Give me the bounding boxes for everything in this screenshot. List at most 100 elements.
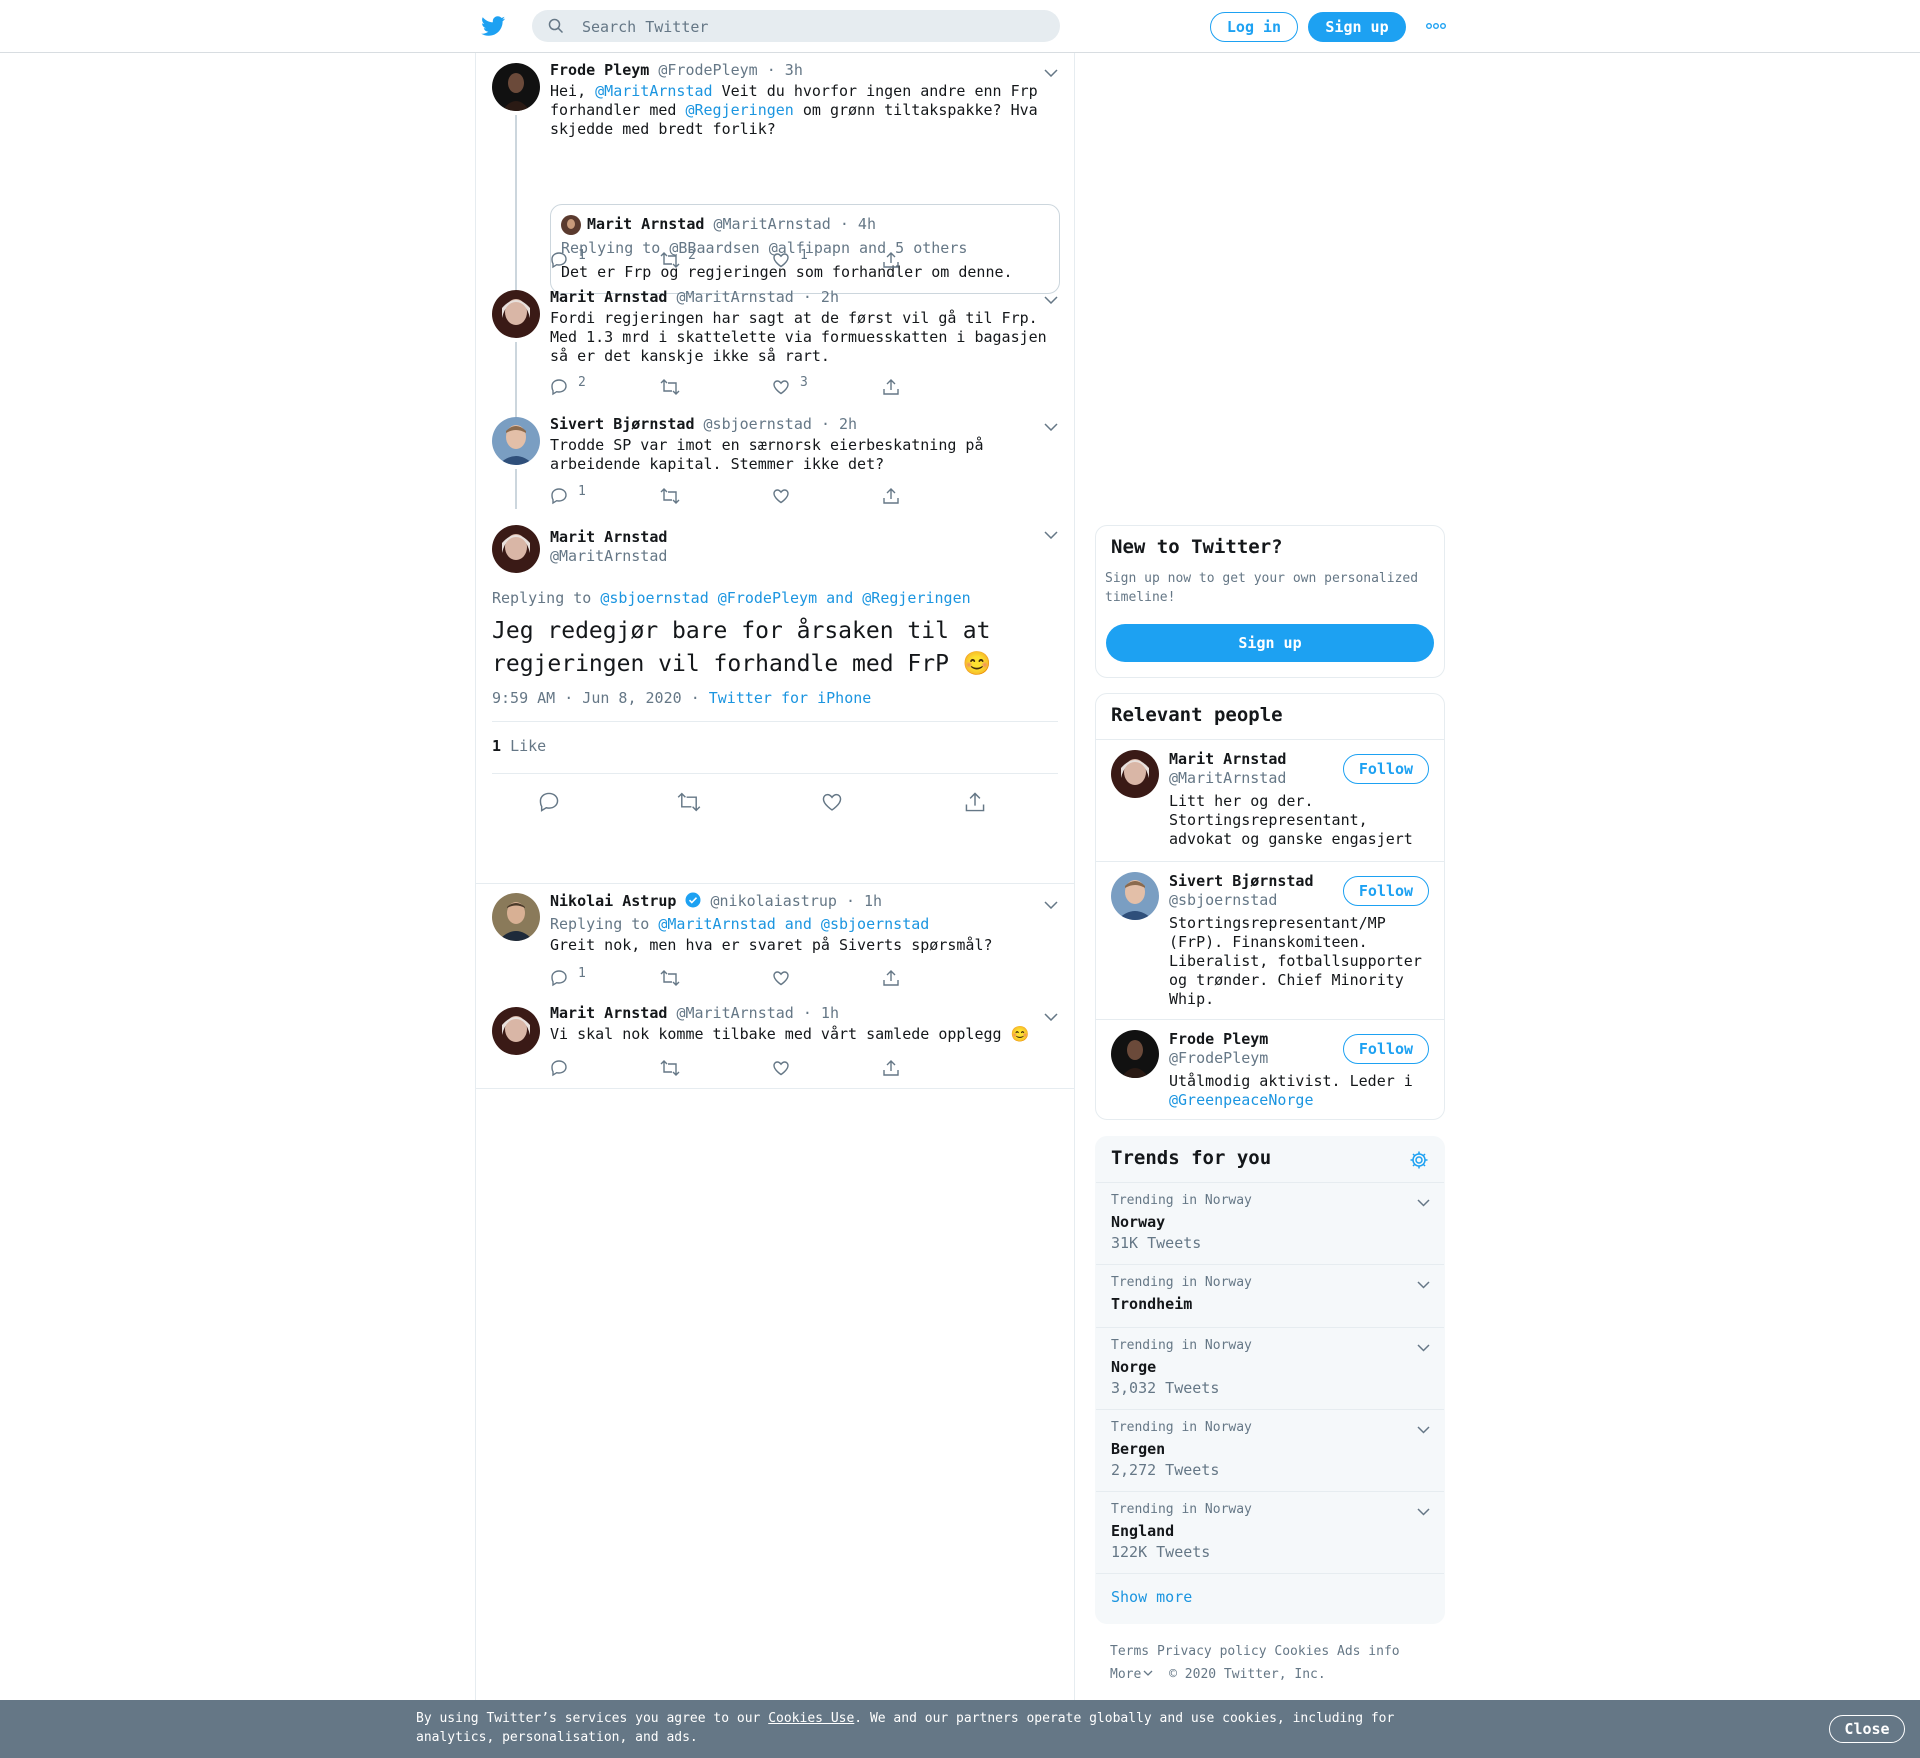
author-handle[interactable]: @MaritArnstad bbox=[676, 1004, 793, 1022]
chevron-down-icon[interactable] bbox=[1417, 1426, 1430, 1434]
avatar bbox=[561, 215, 581, 235]
chevron-down-icon[interactable] bbox=[1417, 1508, 1430, 1516]
retweet-icon[interactable] bbox=[677, 791, 701, 813]
signup-button[interactable]: Sign up bbox=[1308, 12, 1406, 42]
cookies-link[interactable]: Cookies bbox=[1274, 1644, 1329, 1659]
reply-icon[interactable] bbox=[538, 791, 560, 813]
avatar[interactable] bbox=[492, 63, 540, 111]
footer-links: Terms Privacy policy Cookies Ads info Mo… bbox=[1110, 1640, 1440, 1686]
signup-button[interactable]: Sign up bbox=[1106, 624, 1434, 662]
avatar[interactable] bbox=[492, 893, 540, 941]
tweet-time[interactable]: · 2h bbox=[803, 288, 839, 306]
tweet-time[interactable]: · 1h bbox=[846, 892, 882, 910]
chevron-down-icon[interactable] bbox=[1417, 1344, 1430, 1352]
thread-tweet[interactable]: Sivert Bjørnstad @sbjoernstad · 2h Trodd… bbox=[476, 407, 1074, 515]
trend-count: 31K Tweets bbox=[1111, 1234, 1202, 1252]
follow-button[interactable]: Follow bbox=[1343, 754, 1429, 784]
replying-to-links[interactable]: @MaritArnstad and @sbjoernstad bbox=[658, 915, 929, 933]
twitter-bird-icon[interactable] bbox=[480, 14, 507, 38]
person-item[interactable]: Frode Pleym @FrodePleym Utålmodig aktivi… bbox=[1096, 1019, 1444, 1119]
share-icon bbox=[883, 379, 899, 395]
chevron-down-icon[interactable] bbox=[1417, 1199, 1430, 1207]
trend-count: 3,032 Tweets bbox=[1111, 1379, 1220, 1397]
avatar[interactable] bbox=[1111, 750, 1159, 798]
more-dots-icon[interactable] bbox=[1426, 21, 1446, 31]
tweet-timestamp[interactable]: 9:59 AM · Jun 8, 2020 bbox=[492, 689, 682, 707]
reply-tweet[interactable]: Marit Arnstad @MaritArnstad · 1h Vi skal… bbox=[476, 997, 1074, 1089]
tweet-time[interactable]: · 1h bbox=[803, 1004, 839, 1022]
terms-link[interactable]: Terms bbox=[1110, 1644, 1149, 1659]
follow-button[interactable]: Follow bbox=[1343, 876, 1429, 906]
trend-item[interactable]: Trending in Norway Bergen 2,272 Tweets bbox=[1096, 1409, 1444, 1491]
tweet-time[interactable]: · 2h bbox=[821, 415, 857, 433]
ads-info-link[interactable]: Ads info bbox=[1337, 1644, 1400, 1659]
more-link[interactable]: More bbox=[1110, 1667, 1153, 1682]
author-name[interactable]: Marit Arnstad bbox=[550, 528, 667, 547]
chevron-down-icon[interactable] bbox=[1417, 1281, 1430, 1289]
trend-context: Trending in Norway bbox=[1111, 1420, 1252, 1435]
trend-count: 122K Tweets bbox=[1111, 1543, 1211, 1561]
trend-name: Norge bbox=[1111, 1358, 1157, 1376]
tweet-source[interactable]: Twitter for iPhone bbox=[709, 689, 872, 707]
verified-badge-icon bbox=[685, 892, 701, 908]
author-handle[interactable]: @MaritArnstad bbox=[676, 288, 793, 306]
chevron-down-icon[interactable] bbox=[1044, 296, 1058, 304]
person-item[interactable]: Sivert Bjørnstad @sbjoernstad Stortingsr… bbox=[1096, 861, 1444, 1019]
share-icon bbox=[883, 970, 899, 986]
avatar[interactable] bbox=[1111, 872, 1159, 920]
chevron-down-icon[interactable] bbox=[1044, 1013, 1058, 1021]
reply-tweet[interactable]: Nikolai Astrup @nikolaiastrup · 1h Reply… bbox=[476, 885, 1074, 997]
avatar[interactable] bbox=[1111, 1030, 1159, 1078]
follow-button[interactable]: Follow bbox=[1343, 1034, 1429, 1064]
author-name[interactable]: Sivert Bjørnstad bbox=[550, 415, 695, 433]
author-handle[interactable]: @sbjoernstad bbox=[704, 415, 812, 433]
person-bio: Stortingsrepresentant/MP (FrP). Finansko… bbox=[1169, 914, 1422, 1008]
show-more-row[interactable]: Show more bbox=[1096, 1573, 1444, 1623]
chevron-down-icon[interactable] bbox=[1044, 423, 1058, 431]
author-handle[interactable]: @nikolaiastrup bbox=[711, 892, 837, 910]
search-input[interactable]: Search Twitter bbox=[532, 10, 1060, 42]
person-item[interactable]: Marit Arnstad @MaritArnstad Litt her og … bbox=[1096, 739, 1444, 861]
tweet-text: Trodde SP var imot en særnorsk eierbeska… bbox=[550, 436, 984, 473]
trend-item[interactable]: Trending in Norway Norway 31K Tweets bbox=[1096, 1182, 1444, 1264]
focal-tweet-actions bbox=[538, 791, 1038, 813]
retweet-icon bbox=[660, 970, 680, 986]
author-handle[interactable]: @MaritArnstad bbox=[550, 547, 667, 566]
avatar[interactable] bbox=[492, 1007, 540, 1055]
trend-item[interactable]: Trending in Norway Trondheim bbox=[1096, 1264, 1444, 1327]
like-icon[interactable] bbox=[821, 791, 843, 813]
gear-icon[interactable] bbox=[1409, 1150, 1429, 1170]
author-name[interactable]: Nikolai Astrup bbox=[550, 892, 676, 910]
show-more-link[interactable]: Show more bbox=[1111, 1588, 1192, 1606]
privacy-link[interactable]: Privacy policy bbox=[1157, 1644, 1267, 1659]
author-name[interactable]: Marit Arnstad bbox=[550, 1004, 667, 1022]
bio-mention-link[interactable]: @GreenpeaceNorge bbox=[1169, 1091, 1413, 1110]
author-name[interactable]: Frode Pleym bbox=[550, 61, 649, 79]
login-button[interactable]: Log in bbox=[1210, 12, 1298, 42]
card-subtitle: Sign up now to get your own personalized… bbox=[1105, 571, 1419, 605]
trend-item[interactable]: Trending in Norway England 122K Tweets bbox=[1096, 1491, 1444, 1573]
tweet-time[interactable]: · 3h bbox=[767, 61, 803, 79]
replying-to-links[interactable]: @sbjoernstad @FrodePleym and @Regjeringe… bbox=[600, 589, 970, 607]
avatar[interactable] bbox=[492, 290, 540, 338]
share-icon[interactable] bbox=[964, 791, 986, 813]
like-count[interactable]: 1 Like bbox=[492, 737, 546, 755]
trend-context: Trending in Norway bbox=[1111, 1193, 1252, 1208]
trend-item[interactable]: Trending in Norway Norge 3,032 Tweets bbox=[1096, 1327, 1444, 1409]
chevron-down-icon[interactable] bbox=[1044, 531, 1058, 539]
mention-link[interactable]: @MaritArnstad bbox=[595, 82, 712, 100]
thread-tweet[interactable]: Marit Arnstad @MaritArnstad · 2h Fordi r… bbox=[476, 280, 1074, 460]
mention-link[interactable]: @Regjeringen bbox=[685, 101, 793, 119]
like-icon bbox=[773, 380, 789, 395]
author-name[interactable]: Marit Arnstad bbox=[550, 288, 667, 306]
thread-line bbox=[515, 469, 517, 509]
cookies-use-link[interactable]: Cookies Use bbox=[768, 1711, 854, 1726]
chevron-down-icon[interactable] bbox=[1044, 901, 1058, 909]
focal-tweet-text: Jeg redegjør bare for årsaken til at reg… bbox=[492, 618, 992, 677]
author-handle[interactable]: @FrodePleym bbox=[658, 61, 757, 79]
avatar[interactable] bbox=[492, 417, 540, 465]
avatar[interactable] bbox=[492, 525, 540, 573]
card-title: New to Twitter? bbox=[1111, 536, 1283, 558]
close-button[interactable]: Close bbox=[1829, 1715, 1905, 1743]
chevron-down-icon[interactable] bbox=[1044, 69, 1058, 77]
